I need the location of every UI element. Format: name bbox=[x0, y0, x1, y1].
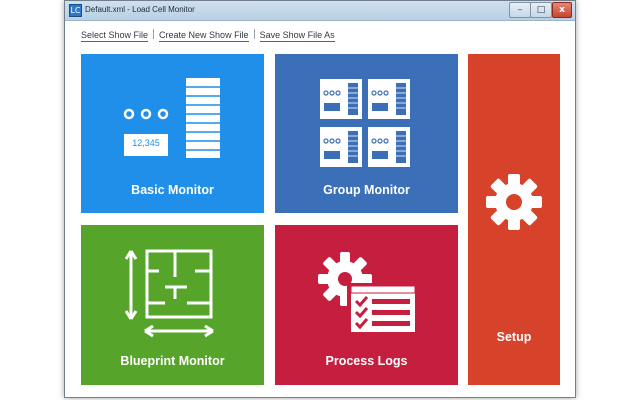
group-monitor-icon bbox=[320, 79, 411, 168]
process-logs-label: Process Logs bbox=[325, 354, 408, 368]
basic-monitor-label: Basic Monitor bbox=[131, 183, 214, 197]
setup-label: Setup bbox=[496, 330, 532, 344]
basic-monitor-readout: 12,345 bbox=[132, 138, 160, 148]
select-show-file-link[interactable]: Select Show File bbox=[81, 30, 149, 42]
create-new-show-file-link[interactable]: Create New Show File bbox=[159, 30, 249, 42]
setup-tile[interactable]: Setup bbox=[468, 54, 560, 385]
group-monitor-label: Group Monitor bbox=[323, 183, 410, 197]
blueprint-monitor-tile[interactable]: Blueprint Monitor bbox=[81, 225, 264, 385]
title-bar[interactable]: LC Default.xml - Load Cell Monitor – □ x bbox=[65, 1, 575, 21]
gear-icon bbox=[486, 174, 542, 230]
process-logs-icon bbox=[318, 252, 417, 335]
group-monitor-tile[interactable]: Group Monitor bbox=[275, 54, 458, 213]
save-show-file-as-link[interactable]: Save Show File As bbox=[259, 30, 335, 42]
menu-separator bbox=[253, 29, 255, 39]
menu-separator bbox=[153, 29, 155, 39]
window-bottom-edge bbox=[65, 389, 575, 397]
blueprint-monitor-label: Blueprint Monitor bbox=[120, 354, 225, 368]
app-icon: LC bbox=[69, 4, 82, 17]
basic-monitor-tile[interactable]: 12,345 Basic Monitor bbox=[81, 54, 264, 213]
process-logs-tile[interactable]: Process Logs bbox=[275, 225, 458, 385]
minimize-button[interactable]: – bbox=[509, 2, 531, 18]
app-window: LC Default.xml - Load Cell Monitor – □ x… bbox=[64, 0, 576, 398]
blueprint-icon bbox=[125, 249, 214, 338]
basic-monitor-icon bbox=[123, 78, 220, 158]
maximize-button[interactable]: □ bbox=[530, 2, 552, 18]
window-title: Default.xml - Load Cell Monitor bbox=[85, 5, 195, 14]
file-menu-bar: Select Show File Create New Show File Save… bbox=[81, 29, 335, 45]
close-button[interactable]: x bbox=[552, 2, 572, 18]
